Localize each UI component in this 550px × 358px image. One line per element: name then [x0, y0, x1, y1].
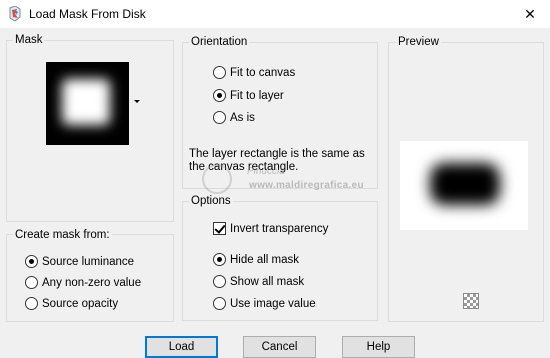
orientation-group-label: Orientation	[189, 36, 250, 48]
cancel-button-label: Cancel	[261, 341, 298, 353]
radio-label: Fit to canvas	[230, 66, 296, 79]
transparency-toggle-icon[interactable]	[463, 293, 479, 309]
radio-label: Source luminance	[42, 255, 135, 268]
radio-label: Use image value	[230, 297, 316, 310]
close-button[interactable]: ✕	[510, 0, 550, 28]
radio-label: Any non-zero value	[42, 276, 142, 289]
radio-show-all-mask[interactable]: Show all mask	[213, 275, 304, 288]
checkbox-label: Invert transparency	[230, 222, 329, 235]
create-mask-group-label: Create mask from:	[13, 229, 112, 241]
invert-transparency-checkbox[interactable]: Invert transparency	[213, 222, 328, 235]
preview-group-label: Preview	[396, 36, 441, 48]
radio-any-non-zero[interactable]: Any non-zero value	[25, 276, 141, 289]
radio-source-luminance[interactable]: Source luminance	[25, 255, 134, 268]
options-group-label: Options	[189, 195, 233, 207]
orientation-description: The layer rectangle is the same as the c…	[189, 148, 365, 173]
help-button-label: Help	[366, 341, 391, 353]
radio-indicator	[25, 255, 38, 268]
title-bar: Load Mask From Disk ✕	[0, 0, 550, 28]
radio-fit-to-canvas[interactable]: Fit to canvas	[213, 66, 295, 79]
checkbox-indicator	[213, 222, 226, 235]
radio-label: As is	[230, 111, 255, 124]
window-title: Load Mask From Disk	[29, 7, 146, 21]
preview-image	[400, 141, 528, 230]
radio-label: Fit to layer	[230, 89, 284, 102]
radio-indicator	[25, 297, 38, 310]
radio-use-image-value[interactable]: Use image value	[213, 297, 316, 310]
app-icon	[9, 6, 21, 22]
radio-indicator	[213, 66, 226, 79]
radio-fit-to-layer[interactable]: Fit to layer	[213, 89, 284, 102]
load-button-label: Load	[168, 341, 195, 353]
radio-as-is[interactable]: As is	[213, 111, 255, 124]
mask-thumbnail[interactable]	[46, 62, 129, 145]
mask-group-label: Mask	[13, 34, 45, 46]
chevron-down-icon[interactable]	[134, 100, 140, 103]
radio-indicator	[213, 111, 226, 124]
radio-indicator	[25, 276, 38, 289]
close-icon: ✕	[524, 5, 536, 22]
radio-hide-all-mask[interactable]: Hide all mask	[213, 253, 299, 266]
radio-label: Show all mask	[230, 275, 305, 288]
radio-label: Source opacity	[42, 297, 119, 310]
radio-indicator	[213, 275, 226, 288]
radio-label: Hide all mask	[230, 253, 300, 266]
radio-indicator	[213, 297, 226, 310]
radio-indicator	[213, 89, 226, 102]
radio-indicator	[213, 253, 226, 266]
radio-source-opacity[interactable]: Source opacity	[25, 297, 118, 310]
